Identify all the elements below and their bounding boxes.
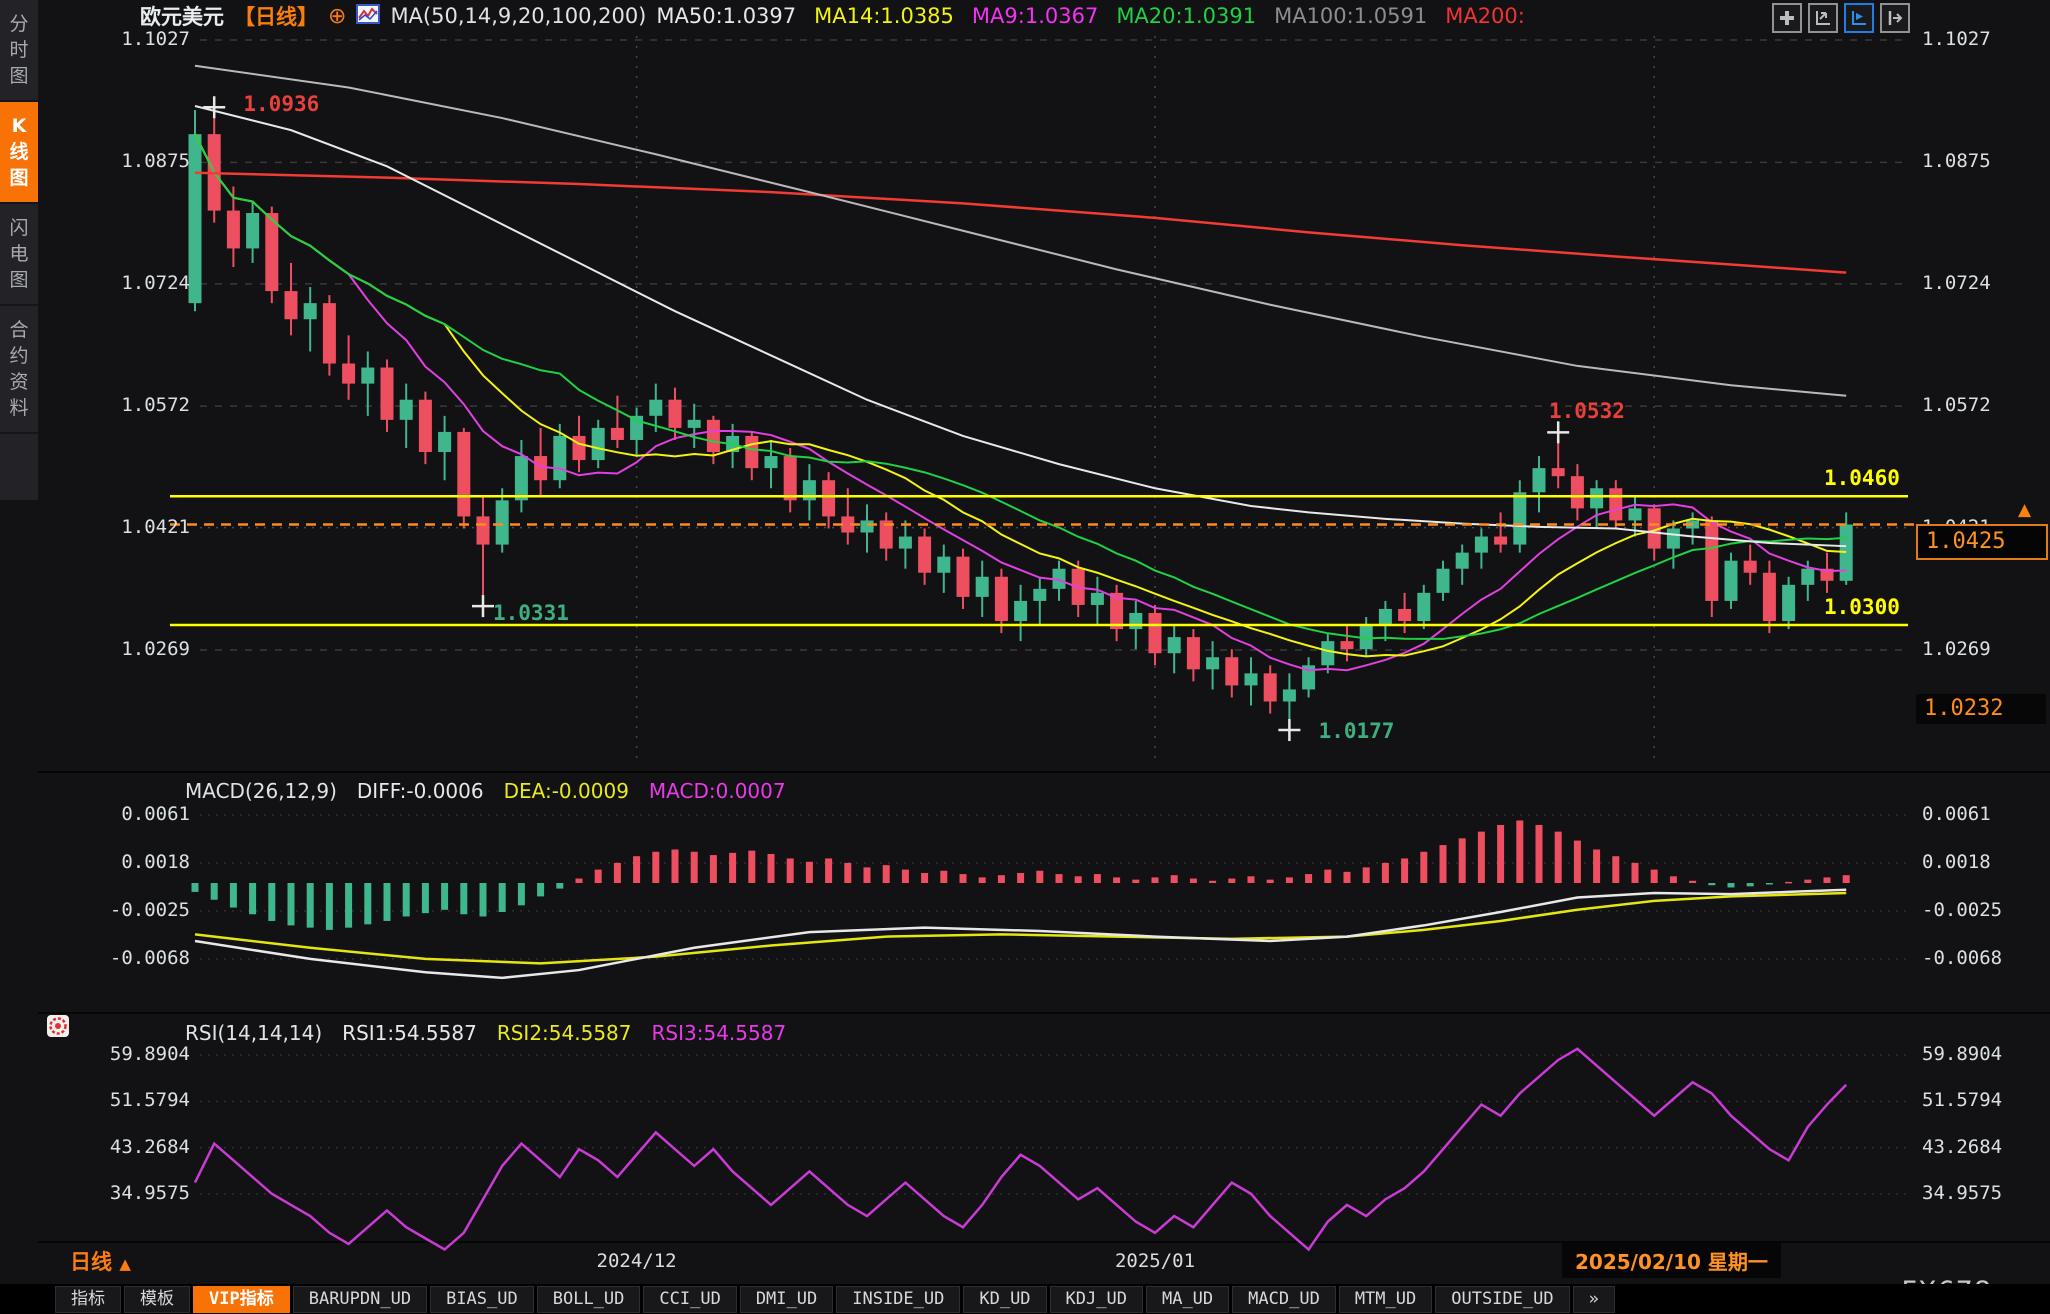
lower-bound-price-box: 1.0232 xyxy=(1916,694,2046,724)
toolbar-tab-BOLL_UD[interactable]: BOLL_UD xyxy=(537,1286,641,1313)
price-annotation-1: 1.0532 xyxy=(1549,399,1625,423)
macd-axis-label-left-1: 0.0018 xyxy=(98,851,190,873)
toolbar-tab-KD_UD[interactable]: KD_UD xyxy=(963,1286,1046,1313)
toolbar-tab-BARUPDN_UD[interactable]: BARUPDN_UD xyxy=(293,1286,427,1313)
price-axis-label-right-3: 1.0572 xyxy=(1922,394,1991,416)
rsi-axis-label-right-0: 59.8904 xyxy=(1922,1043,2002,1065)
toolbar-tab-more[interactable]: 指标 xyxy=(55,1286,121,1313)
macd-value-1: DEA:-0.0009 xyxy=(504,779,629,803)
toolbar-tab-KDJ_UD[interactable]: KDJ_UD xyxy=(1050,1286,1143,1313)
macd-values: DIFF:-0.0006 DEA:-0.0009 MACD:0.0007 xyxy=(357,779,786,803)
ma-value-2: MA9:1.0367 xyxy=(972,4,1098,28)
rsi-axis-label-left-0: 59.8904 xyxy=(98,1043,190,1065)
price-annotation-0: 1.0936 xyxy=(243,92,319,116)
ma-values: MA50:1.0397 MA14:1.0385 MA9:1.0367 MA20:1.0… xyxy=(656,4,1524,28)
toolbar-tab-CCI_UD[interactable]: CCI_UD xyxy=(643,1286,736,1313)
toolbar-tab-MTM_UD[interactable]: MTM_UD xyxy=(1339,1286,1432,1313)
ma-value-3: MA20:1.0391 xyxy=(1116,4,1256,28)
triangle-up-icon: ▲ xyxy=(119,1255,131,1273)
price-axis-label-right-5: 1.0269 xyxy=(1922,638,1991,660)
toolbar-tab-DMI_UD[interactable]: DMI_UD xyxy=(740,1286,833,1313)
macd-axis-label-left-0: 0.0061 xyxy=(98,803,190,825)
indicator-target-icon[interactable] xyxy=(46,1014,70,1038)
toolbar-tab-OUTSIDE_UD[interactable]: OUTSIDE_UD xyxy=(1435,1286,1569,1313)
rsi-axis-label-right-3: 34.9575 xyxy=(1922,1182,2002,1204)
macd-axis-label-right-2: -0.0025 xyxy=(1922,899,2002,921)
macd-axis-label-right-0: 0.0061 xyxy=(1922,803,1991,825)
macd-value-0: DIFF:-0.0006 xyxy=(357,779,484,803)
trading-app-window: 分时图K线图闪电图合约资料 欧元美元 【日线】 ⊕ MA(50,14,9,20,… xyxy=(0,0,2050,1314)
macd-header: MACD(26,12,9) DIFF:-0.0006 DEA:-0.0009 MAC… xyxy=(185,779,786,803)
price-axis-label-left-3: 1.0572 xyxy=(98,394,190,416)
sidebar-item-3[interactable]: 合约资料 xyxy=(0,306,38,434)
chart-canvas[interactable] xyxy=(0,0,2050,1314)
lower-level-label: 1.0300 xyxy=(1824,595,1900,619)
rsi-header: RSI(14,14,14) RSI1:54.5587RSI2:54.5587RS… xyxy=(185,1021,786,1045)
ma-value-4: MA100:1.0591 xyxy=(1274,4,1427,28)
price-axis-label-left-1: 1.0875 xyxy=(98,150,190,172)
toolbar-tab-VIP[interactable]: VIP指标 xyxy=(193,1286,290,1313)
mini-chart-icon xyxy=(356,4,380,29)
toolbar-tab-MA_UD[interactable]: MA_UD xyxy=(1146,1286,1229,1313)
bottom-toolbar: 指标模板VIP指标BARUPDN_UDBIAS_UDBOLL_UDCCI_UDD… xyxy=(0,1284,2050,1314)
x-axis-tick-1: 2025/01 xyxy=(1095,1250,1215,1272)
current-date-label: 2025/02/10 星期一 xyxy=(1562,1243,1781,1278)
rsi-axis-label-right-1: 51.5794 xyxy=(1922,1089,2002,1111)
current-price-box: 1.0425 xyxy=(1916,524,2048,560)
period-selector-label: 日线 xyxy=(70,1250,112,1274)
price-axis-label-left-4: 1.0421 xyxy=(98,516,190,538)
upper-level-label: 1.0460 xyxy=(1824,466,1900,490)
macd-axis-label-left-3: -0.0068 xyxy=(98,947,190,969)
sidebar-item-0[interactable]: 分时图 xyxy=(0,0,38,102)
macd-axis-label-left-2: -0.0025 xyxy=(98,899,190,921)
sidebar-item-1[interactable]: K线图 xyxy=(0,102,38,204)
macd-value-2: MACD:0.0007 xyxy=(649,779,786,803)
ma-value-5: MA200: xyxy=(1445,4,1525,28)
price-axis-label-left-2: 1.0724 xyxy=(98,272,190,294)
price-alert-arrow-icon: ▲ xyxy=(2018,500,2031,520)
rsi-axis-label-left-2: 43.2684 xyxy=(98,1136,190,1158)
period-tag: 【日线】 xyxy=(234,1,318,31)
sidebar-item-2[interactable]: 闪电图 xyxy=(0,204,38,306)
ma-value-0: MA50:1.0397 xyxy=(656,4,796,28)
toolbar-tab-BIAS_UD[interactable]: BIAS_UD xyxy=(430,1286,534,1313)
price-axis-label-right-2: 1.0724 xyxy=(1922,272,1991,294)
rsi-title: RSI(14,14,14) xyxy=(185,1021,322,1045)
x-axis-tick-0: 2024/12 xyxy=(577,1250,697,1272)
macd-axis-label-right-1: 0.0018 xyxy=(1922,851,1991,873)
rsi-axis-label-left-1: 51.5794 xyxy=(98,1089,190,1111)
toolbar-tab-MACD_UD[interactable]: MACD_UD xyxy=(1232,1286,1336,1313)
toolbar-tab-INSIDE_UD[interactable]: INSIDE_UD xyxy=(836,1286,960,1313)
macd-axis-label-right-3: -0.0068 xyxy=(1922,947,2002,969)
rsi-axis-label-left-3: 34.9575 xyxy=(98,1182,190,1204)
rsi-value-1: RSI2:54.5587 xyxy=(497,1021,632,1045)
rsi-value-0: RSI1:54.5587 xyxy=(342,1021,477,1045)
rsi-value-2: RSI3:54.5587 xyxy=(652,1021,787,1045)
ma-settings-label: MA(50,14,9,20,100,200) xyxy=(390,4,646,28)
toolbar-tab-more[interactable]: » xyxy=(1573,1286,1615,1313)
chart-header: 欧元美元 【日线】 ⊕ MA(50,14,9,20,100,200) MA50:… xyxy=(38,0,2050,32)
price-annotation-2: 1.0331 xyxy=(493,601,569,625)
price-annotation-3: 1.0177 xyxy=(1319,719,1395,743)
macd-title: MACD(26,12,9) xyxy=(185,779,337,803)
symbol-title: 欧元美元 xyxy=(140,1,224,31)
circle-plus-icon[interactable]: ⊕ xyxy=(328,4,346,29)
price-axis-label-left-5: 1.0269 xyxy=(98,638,190,660)
period-selector[interactable]: 日线 ▲ xyxy=(70,1246,131,1276)
price-axis-label-right-1: 1.0875 xyxy=(1922,150,1991,172)
toolbar-tab-more[interactable]: 模板 xyxy=(124,1286,190,1313)
rsi-values: RSI1:54.5587 RSI2:54.5587 RSI3:54.5587 xyxy=(342,1021,786,1045)
sidebar: 分时图K线图闪电图合约资料 xyxy=(0,0,38,500)
ma-value-1: MA14:1.0385 xyxy=(814,4,954,28)
rsi-axis-label-right-2: 43.2684 xyxy=(1922,1136,2002,1158)
